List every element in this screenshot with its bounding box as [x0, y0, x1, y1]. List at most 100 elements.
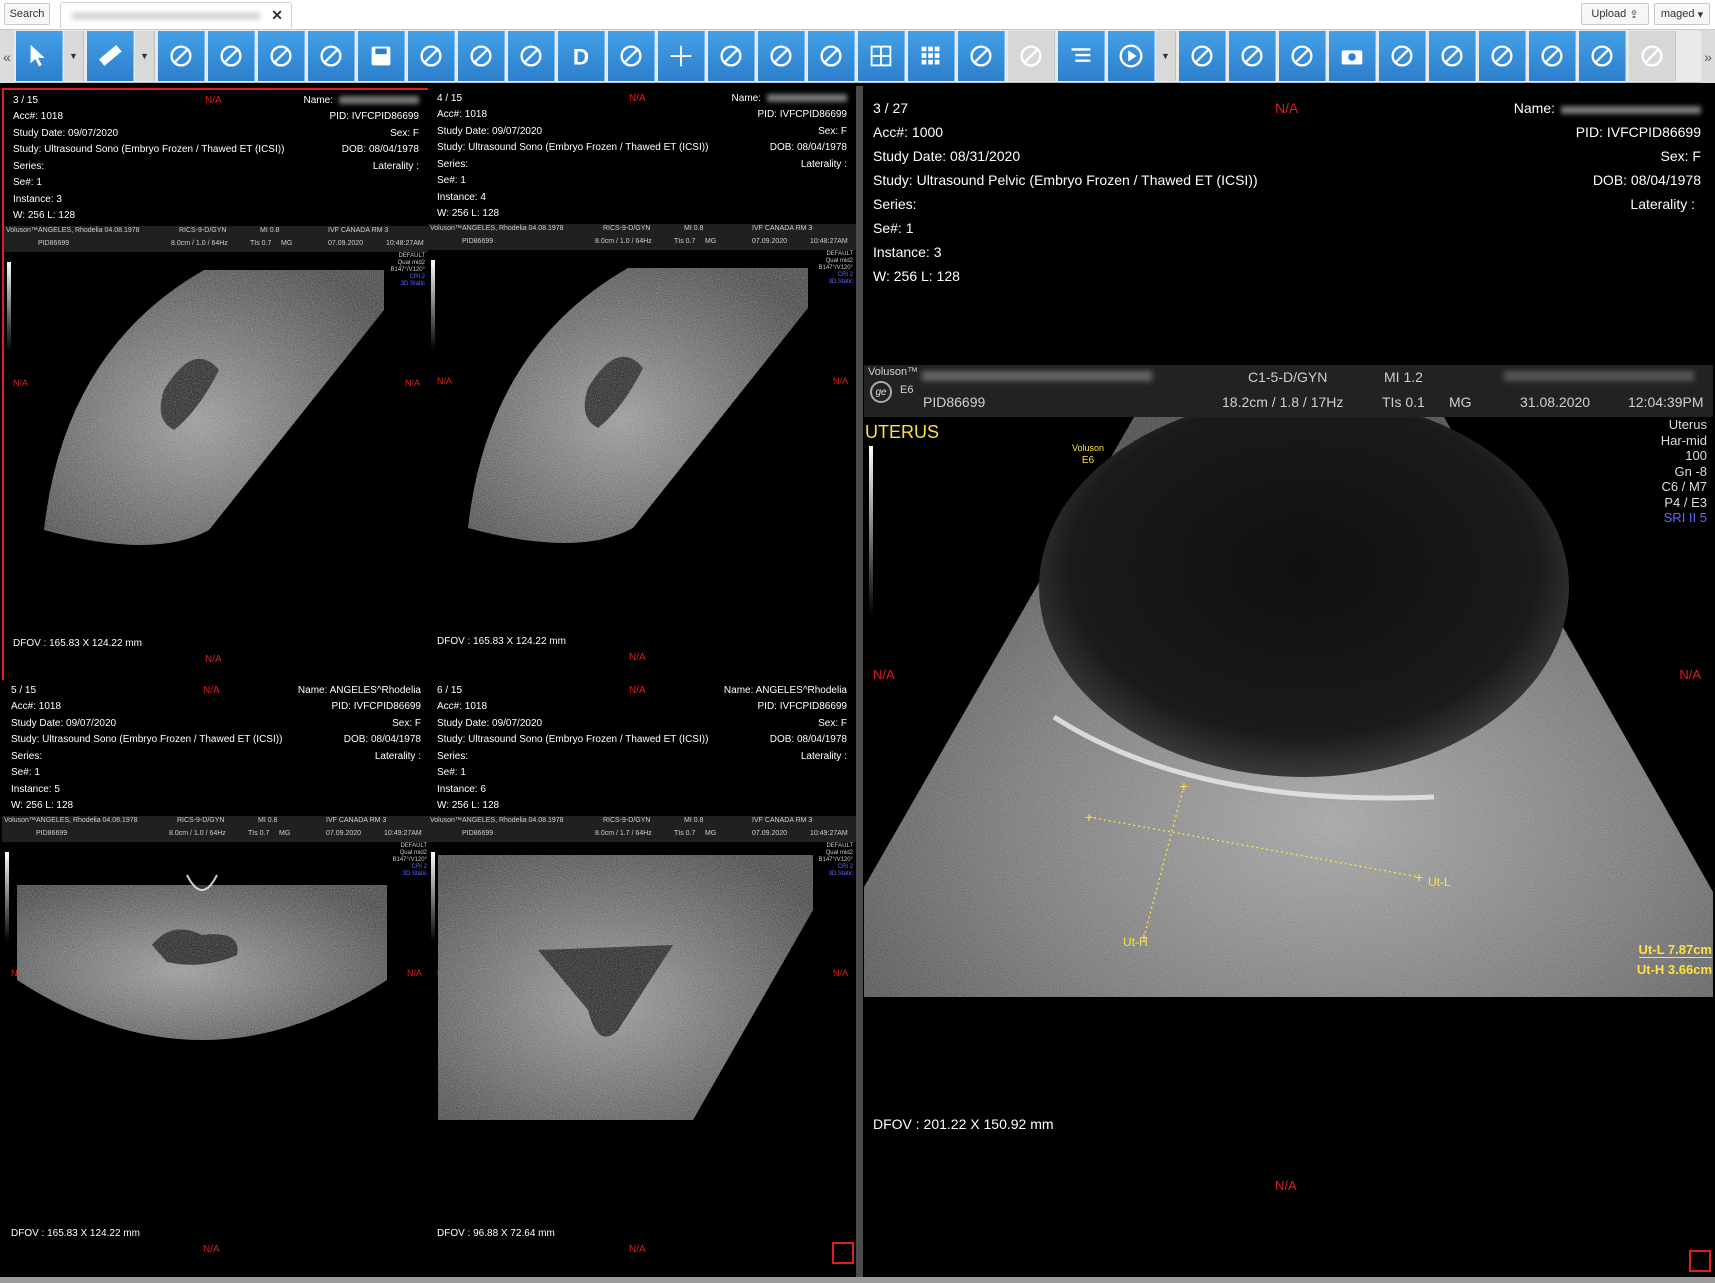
user-menu[interactable]: maged ▾ — [1654, 3, 1710, 25]
camera-button[interactable] — [1329, 31, 1376, 81]
patient-id: PID: IVFCPID86699 — [1575, 124, 1701, 140]
tool-dropdown-chevron-icon[interactable]: ▼ — [135, 31, 155, 81]
settings-3d-icon — [1491, 45, 1513, 67]
ultrasound-image — [17, 874, 387, 1040]
pointer-button[interactable] — [16, 31, 63, 81]
save-series-button[interactable] — [1179, 31, 1226, 81]
d-letter-icon: D — [573, 44, 589, 69]
caliper-label-height: Ut-H — [1123, 935, 1148, 949]
clear-layout-button[interactable] — [1008, 31, 1055, 81]
tool-dropdown-chevron-icon[interactable]: ▼ — [64, 31, 84, 81]
brush-icon — [320, 45, 342, 67]
scroll-right-icon[interactable]: » — [1701, 30, 1715, 83]
list-button[interactable] — [1058, 31, 1105, 81]
viewport-2[interactable]: 4 / 15 Acc#: 1018 Study Date: 09/07/2020 St… — [428, 88, 856, 682]
save-icon — [371, 46, 391, 66]
image-index: 3 / 27 — [873, 100, 909, 116]
ultrasound-image: + + + + — [864, 417, 1713, 997]
gear-3d-button[interactable] — [1579, 31, 1626, 81]
layout-3x3-button[interactable] — [908, 31, 955, 81]
patient-banner-redacted — [922, 371, 1152, 381]
cut-icon — [820, 45, 842, 67]
layout-3x3-icon — [921, 46, 940, 65]
dfov: DFOV : 201.22 X 150.92 mm — [873, 1116, 1054, 1132]
site-redacted — [1504, 371, 1694, 381]
clear-layout-icon — [1020, 45, 1042, 67]
save-button[interactable] — [358, 31, 405, 81]
scan-params: Uterus Har-mid 100 Gn -8 C6 / M7 P4 / E3… — [1661, 417, 1707, 526]
report-icon — [520, 45, 542, 67]
cut-button[interactable] — [808, 31, 855, 81]
svg-text:D: D — [573, 44, 589, 69]
main-viewport[interactable]: 3 / 27 Acc#: 1000 Study Date: 08/31/2020… — [863, 86, 1715, 1278]
svg-text:+: + — [1085, 809, 1093, 825]
close-tab-icon[interactable]: ✕ — [271, 7, 283, 24]
ultrasound-image — [438, 855, 813, 1120]
document-button[interactable] — [1429, 31, 1476, 81]
pointer-icon — [30, 44, 45, 67]
crosshair-icon — [670, 45, 692, 67]
scroll-left-icon[interactable]: « — [0, 30, 14, 83]
report-button[interactable] — [508, 31, 555, 81]
model-label: E6 — [900, 384, 914, 396]
person-button[interactable] — [708, 31, 755, 81]
d-letter-button[interactable]: D — [558, 31, 605, 81]
body-button[interactable] — [758, 31, 805, 81]
brush-button[interactable] — [308, 31, 355, 81]
viewport-4[interactable]: 6 / 15 Acc#: 1018 Study Date: 09/07/2020 St… — [428, 680, 856, 1274]
instance: Instance: 3 — [873, 244, 942, 260]
save-grid-button[interactable] — [958, 31, 1005, 81]
grid-button[interactable] — [1629, 31, 1676, 81]
crosshair-button[interactable] — [658, 31, 705, 81]
viewport-grid: 3 / 15 Acc#: 1018 Study Date: 09/07/2020 St… — [0, 86, 856, 1278]
tab-title-redacted — [71, 12, 261, 20]
search-button[interactable]: Search — [4, 3, 50, 25]
upload-button[interactable]: Upload ⇪ — [1581, 3, 1649, 25]
folder-icon — [1291, 45, 1313, 67]
save-series-icon — [1191, 45, 1213, 67]
link-button[interactable] — [608, 31, 655, 81]
person-icon — [720, 45, 742, 67]
param-preset: Uterus — [1668, 417, 1707, 432]
pipette-icon — [1541, 45, 1563, 67]
tool-dropdown-chevron-icon[interactable]: ▼ — [1156, 31, 1176, 81]
refresh-button[interactable] — [458, 31, 505, 81]
svg-text:+: + — [1415, 869, 1423, 885]
param-cm: C6 / M7 — [1661, 479, 1707, 494]
layout-2x2-button[interactable] — [858, 31, 905, 81]
annotate-icon — [170, 45, 192, 67]
patient-tab[interactable]: ✕ — [60, 2, 292, 28]
volume-button[interactable] — [1379, 31, 1426, 81]
pipette-button[interactable] — [1529, 31, 1576, 81]
chevron-down-icon: ▾ — [1697, 8, 1704, 21]
organ-label: UTERUS — [865, 422, 940, 442]
bottom-scrollbar[interactable] — [0, 1277, 1715, 1283]
series-number: Se#: 1 — [873, 220, 914, 236]
settings-3d-button[interactable] — [1479, 31, 1526, 81]
save-grid-icon — [970, 45, 992, 67]
param-pe: P4 / E3 — [1664, 494, 1707, 510]
viewport-1[interactable]: 3 / 15 Acc#: 1018 Study Date: 09/07/2020 St… — [2, 88, 432, 682]
mi-label: MI 1.2 — [1384, 369, 1423, 385]
cross-cut-button[interactable] — [208, 31, 255, 81]
param-power: 100 — [1685, 448, 1707, 463]
scan-date: 31.08.2020 — [1520, 394, 1591, 410]
play-button[interactable] — [1108, 31, 1155, 81]
scan-time: 12:04:39PM — [1628, 394, 1704, 410]
folder-button[interactable] — [1279, 31, 1326, 81]
splitter[interactable] — [856, 86, 863, 1278]
ruler-icon — [98, 44, 122, 66]
scissors-button[interactable] — [258, 31, 305, 81]
orientation-bottom: N/A — [629, 652, 646, 663]
grayscale-bar — [869, 446, 873, 616]
dfov: DFOV : 165.83 X 124.22 mm — [11, 1228, 140, 1239]
folder-open-button[interactable] — [408, 31, 455, 81]
viewport-3[interactable]: 5 / 15 Acc#: 1018 Study Date: 09/07/2020 St… — [2, 680, 430, 1274]
download-button[interactable] — [1229, 31, 1276, 81]
annotate-button[interactable] — [158, 31, 205, 81]
orientation-bottom: N/A — [629, 1244, 646, 1255]
accession: Acc#: 1000 — [873, 124, 944, 140]
ruler-button[interactable] — [87, 31, 134, 81]
list-icon — [1071, 48, 1091, 62]
mg-label: MG — [1449, 394, 1472, 410]
